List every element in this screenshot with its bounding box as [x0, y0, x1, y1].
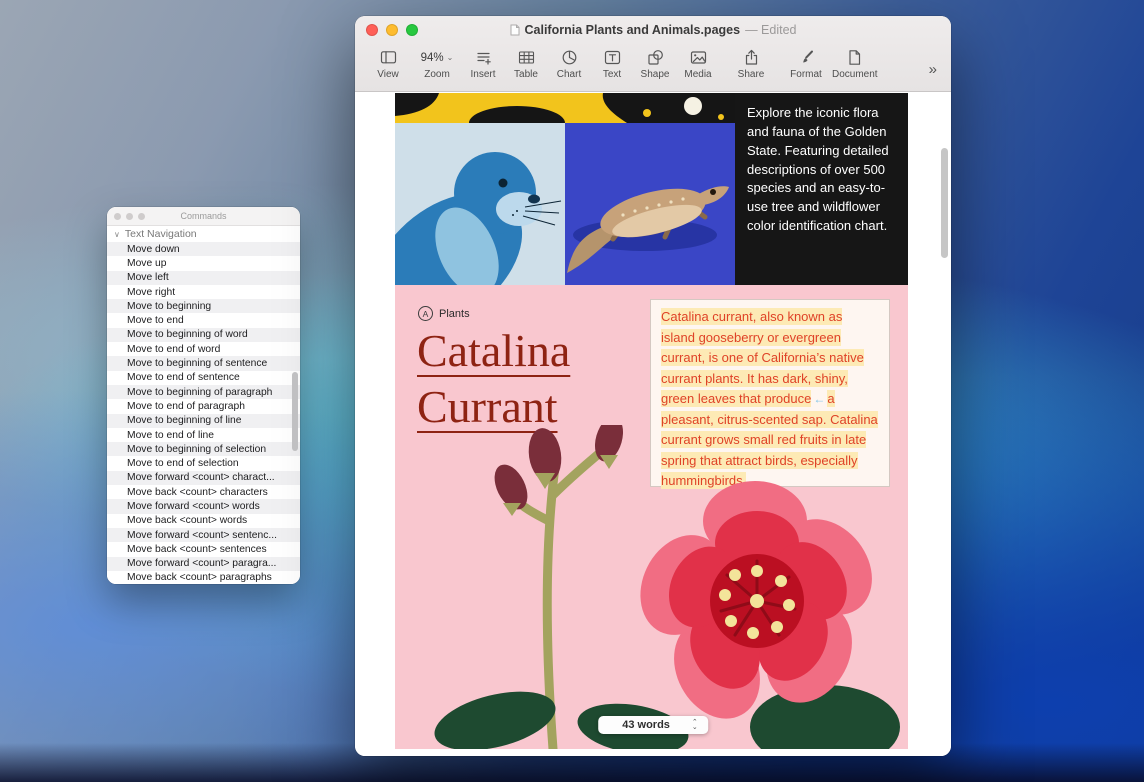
document-title: California Plants and Animals.pages [525, 23, 741, 37]
chart-icon [561, 47, 578, 68]
command-item[interactable]: Move left [107, 271, 300, 285]
section-label: Text Navigation [125, 228, 197, 240]
intro-text-panel[interactable]: Explore the iconic flora and fauna of th… [735, 93, 908, 285]
toolbar: View 94% ⌄ Zoom Insert [355, 44, 951, 91]
seal-image[interactable] [395, 123, 565, 285]
article-heading[interactable]: CatalinaCurrant [417, 323, 570, 435]
toolbar-overflow-button[interactable]: » [929, 61, 939, 78]
zoom-value: 94% ⌄ [421, 47, 454, 68]
word-count-stepper-icon[interactable]: ⌃ ⌄ [692, 720, 698, 730]
toolbar-shape-button[interactable]: Shape [638, 47, 672, 80]
command-item[interactable]: Move to end [107, 313, 300, 327]
toolbar-view-button[interactable]: View [371, 47, 405, 80]
lizard-illustration [565, 123, 735, 285]
text-icon [604, 47, 621, 68]
pink-article-section[interactable]: A Plants CatalinaCurrant Catalina curran… [395, 285, 908, 749]
command-item[interactable]: Move to beginning of paragraph [107, 385, 300, 399]
document-proxy-icon [510, 24, 520, 36]
document-scrollbar-thumb[interactable] [941, 148, 948, 258]
commands-list: Move down Move up Move left Move right M… [107, 242, 300, 584]
command-item[interactable]: Move to end of sentence [107, 371, 300, 385]
word-count-label: 43 words [622, 719, 670, 731]
document-icon [846, 47, 863, 68]
document-canvas[interactable]: Explore the iconic flora and fauna of th… [355, 92, 951, 756]
fullscreen-button[interactable] [406, 24, 418, 36]
toolbar-format-button[interactable]: Format [789, 47, 823, 80]
chevron-down-icon: ⌄ [447, 53, 454, 62]
toolbar-share-button[interactable]: Share [734, 47, 768, 80]
banner-illustration[interactable] [395, 93, 735, 123]
toolbar-insert-button[interactable]: Insert [466, 47, 500, 80]
command-item[interactable]: Move back <count> sentences [107, 542, 300, 556]
shape-icon [647, 47, 664, 68]
toolbar-table-button[interactable]: Table [509, 47, 543, 80]
share-icon [743, 47, 760, 68]
currant-flower-illustration[interactable] [395, 425, 908, 749]
command-item[interactable]: Move forward <count> charact... [107, 471, 300, 485]
window-controls [114, 213, 145, 220]
toolbar-zoom-control[interactable]: 94% ⌄ Zoom [420, 47, 454, 80]
close-button[interactable] [366, 24, 378, 36]
window-chrome: California Plants and Animals.pages — Ed… [355, 16, 951, 92]
media-icon [690, 47, 707, 68]
command-item[interactable]: Move back <count> characters [107, 485, 300, 499]
command-item[interactable]: Move back <count> paragraphs [107, 571, 300, 584]
commands-titlebar[interactable]: Commands [107, 207, 300, 226]
insert-icon [475, 47, 492, 68]
chevron-down-icon: ∨ [114, 230, 120, 239]
toolbar-chart-button[interactable]: Chart [552, 47, 586, 80]
pages-window: California Plants and Animals.pages — Ed… [355, 16, 951, 756]
yellow-pattern-art [395, 93, 735, 123]
seal-illustration [395, 123, 565, 285]
category-label: A Plants [418, 306, 470, 321]
window-title: California Plants and Animals.pages — Ed… [355, 23, 951, 37]
table-icon [518, 47, 535, 68]
word-count-control[interactable]: 43 words ⌃ ⌄ [598, 716, 708, 734]
category-text: Plants [439, 308, 470, 320]
command-item[interactable]: Move to end of line [107, 428, 300, 442]
line-break-marker-icon: ← [811, 392, 827, 406]
command-item[interactable]: Move up [107, 256, 300, 270]
command-item[interactable]: Move right [107, 285, 300, 299]
zoom-button[interactable] [138, 213, 145, 220]
command-item[interactable]: Move back <count> words [107, 514, 300, 528]
command-item[interactable]: Move to end of word [107, 342, 300, 356]
command-item[interactable]: Move to beginning of word [107, 328, 300, 342]
commands-scrollbar-thumb[interactable] [292, 372, 298, 451]
pages-titlebar[interactable]: California Plants and Animals.pages — Ed… [355, 16, 951, 44]
lizard-image[interactable] [565, 123, 735, 285]
commands-window: Commands ∨ Text Navigation Move down Mov… [107, 207, 300, 584]
commands-body: ∨ Text Navigation Move down Move up Move… [107, 226, 300, 584]
minimize-button[interactable] [386, 24, 398, 36]
circled-a-icon: A [418, 306, 433, 321]
command-item[interactable]: Move to beginning of sentence [107, 356, 300, 370]
window-controls [366, 24, 418, 36]
command-item[interactable]: Move to beginning of selection [107, 442, 300, 456]
intro-text: Explore the iconic flora and fauna of th… [747, 105, 889, 233]
toolbar-document-button[interactable]: Document [832, 47, 878, 80]
command-item[interactable]: Move down [107, 242, 300, 256]
view-sidebar-icon [380, 47, 397, 68]
command-item[interactable]: Move to end of selection [107, 456, 300, 470]
command-item[interactable]: Move forward <count> words [107, 499, 300, 513]
section-text-navigation[interactable]: ∨ Text Navigation [107, 226, 300, 242]
command-item[interactable]: Move forward <count> sentenc... [107, 528, 300, 542]
edited-status: — Edited [745, 23, 796, 37]
command-item[interactable]: Move forward <count> paragra... [107, 557, 300, 571]
toolbar-media-button[interactable]: Media [681, 47, 715, 80]
close-button[interactable] [114, 213, 121, 220]
command-item[interactable]: Move to end of paragraph [107, 399, 300, 413]
toolbar-text-button[interactable]: Text [595, 47, 629, 80]
minimize-button[interactable] [126, 213, 133, 220]
command-item[interactable]: Move to beginning of line [107, 414, 300, 428]
format-brush-icon [798, 47, 815, 68]
command-item[interactable]: Move to beginning [107, 299, 300, 313]
